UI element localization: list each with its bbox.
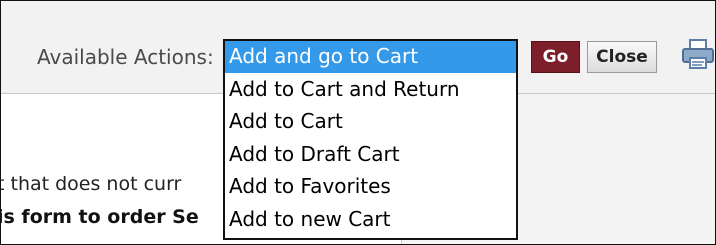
content-text-line: t that does not curr [0,173,182,195]
dropdown-option-add-to-new-cart[interactable]: Add to new Cart [225,204,516,236]
printer-icon[interactable] [681,39,715,69]
dropdown-option-add-to-cart[interactable]: Add to Cart [225,106,516,138]
close-button[interactable]: Close [587,41,657,73]
dropdown-option-add-and-go-to-cart[interactable]: Add and go to Cart [225,41,516,73]
go-button[interactable]: Go [531,41,580,73]
content-bold-text-line: is form to order Se [0,206,199,228]
dropdown-option-add-to-draft-cart[interactable]: Add to Draft Cart [225,139,516,171]
actions-dropdown-list[interactable]: Add and go to Cart Add to Cart and Retur… [223,39,518,240]
page-frame: Available Actions: Go Close t that does … [0,0,716,245]
available-actions-label: Available Actions: [37,45,214,69]
dropdown-option-add-to-favorites[interactable]: Add to Favorites [225,171,516,203]
dropdown-option-add-to-cart-and-return[interactable]: Add to Cart and Return [225,74,516,106]
